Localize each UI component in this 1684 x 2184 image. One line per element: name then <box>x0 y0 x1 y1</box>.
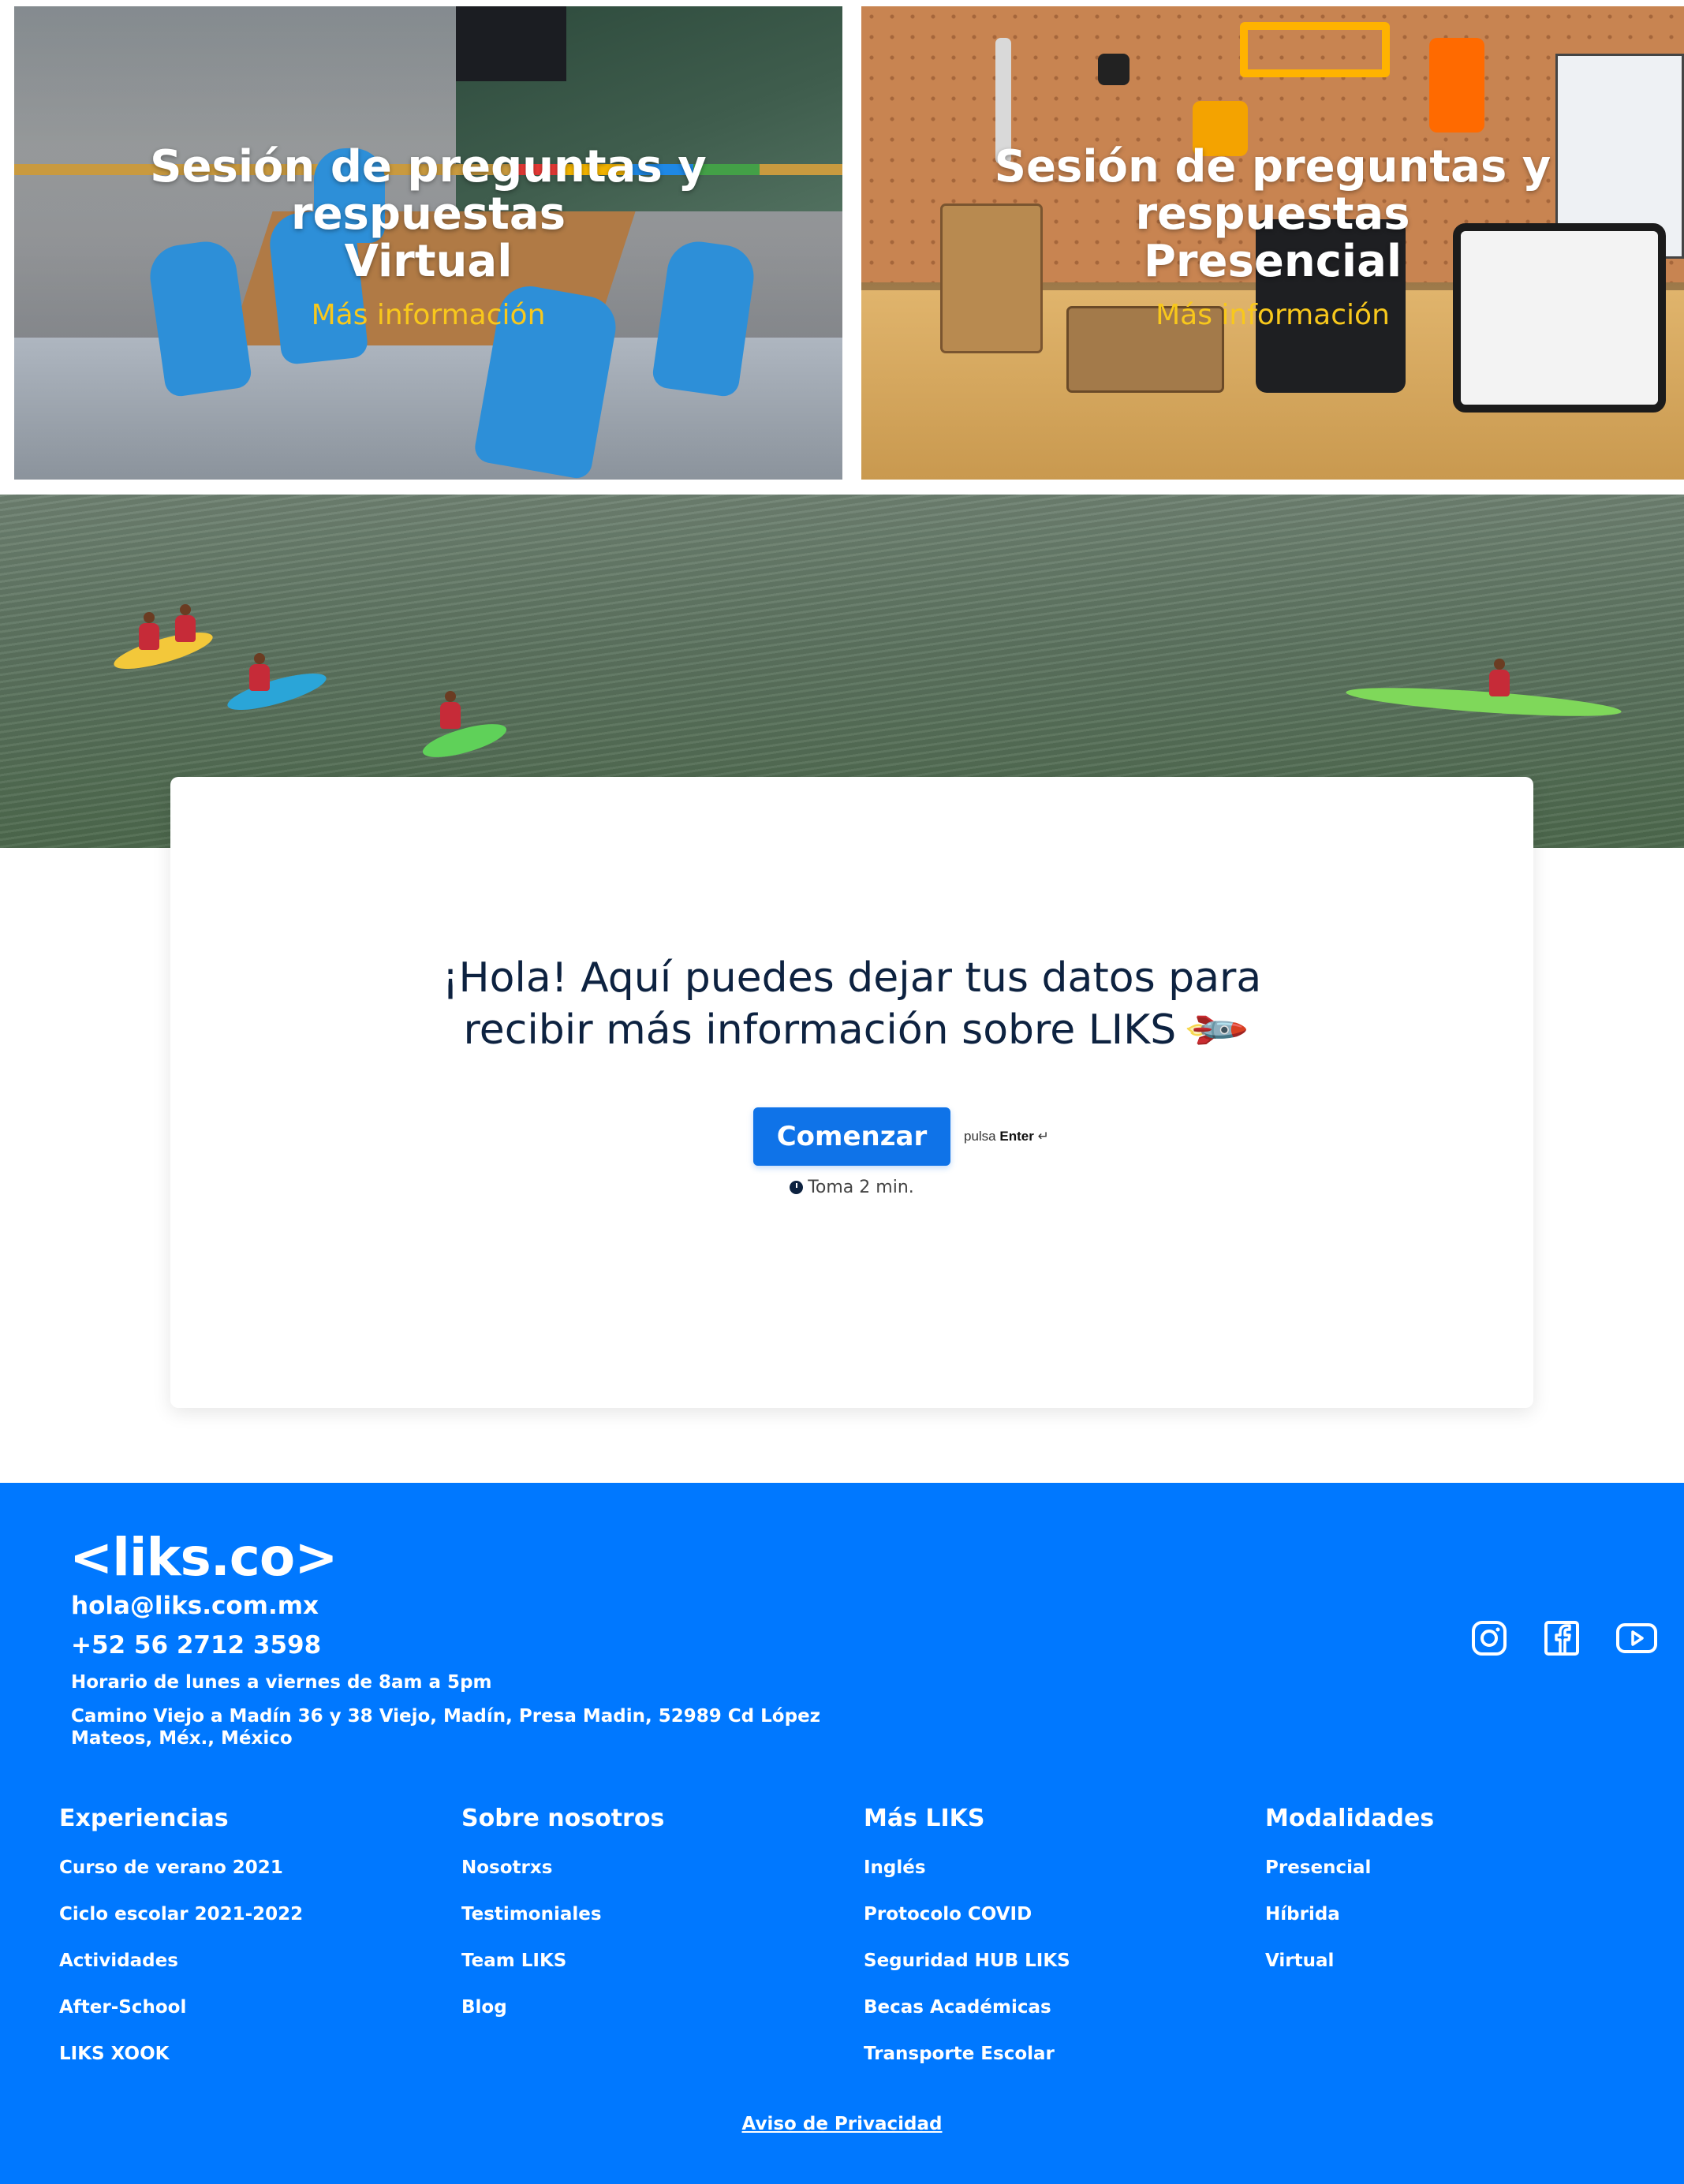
footer-link[interactable]: Curso de verano 2021 <box>59 1854 422 1882</box>
footer-column-title: Experiencias <box>59 1805 229 1832</box>
enter-hint: pulsa Enter ↵ <box>964 1129 1049 1144</box>
more-info-link[interactable]: Más información <box>861 298 1684 333</box>
card-title: Sesión de preguntas y respuestas Presenc… <box>861 144 1684 286</box>
footer-link[interactable]: Team LIKS <box>461 1947 824 1975</box>
footer-column-title: Más LIKS <box>864 1805 985 1832</box>
photo-kayak <box>110 625 216 677</box>
rocket-icon: 🚀 <box>1180 995 1250 1066</box>
footer-link[interactable]: Testimoniales <box>461 1900 824 1928</box>
footer-column-sobre-nosotros: Sobre nosotros Nosotrxs Testimoniales Te… <box>461 1803 824 2040</box>
photo-tool <box>1098 54 1130 85</box>
youtube-icon[interactable] <box>1615 1618 1659 1658</box>
footer-link[interactable]: Seguridad HUB LIKS <box>864 1947 1227 1975</box>
contact-phone[interactable]: +52 56 2712 3598 <box>71 1631 321 1659</box>
privacy-link[interactable]: Aviso de Privacidad <box>742 2114 943 2134</box>
card-title-line: Virtual <box>344 236 513 287</box>
footer-column-modalidades: Modalidades Presencial Híbrida Virtual <box>1265 1803 1628 1993</box>
footer-link[interactable]: Transporte Escolar <box>864 2040 1227 2068</box>
photo-paddler <box>175 604 196 642</box>
photo-tv <box>456 6 566 81</box>
footer-link[interactable]: Virtual <box>1265 1947 1628 1975</box>
contact-address: Camino Viejo a Madín 36 y 38 Viejo, Madí… <box>71 1706 821 1749</box>
card-title-line: respuestas <box>290 189 566 240</box>
photo-tool <box>1240 22 1390 77</box>
photo-kayak <box>419 717 510 764</box>
footer-column-mas-liks: Más LIKS Inglés Protocolo COVID Segurida… <box>864 1803 1227 2086</box>
footer-link[interactable]: Becas Académicas <box>864 1993 1227 2022</box>
lead-form-card: ¡Hola! Aquí puedes dejar tus datos para … <box>170 777 1533 1408</box>
photo-tool <box>1429 38 1484 133</box>
instagram-icon[interactable] <box>1469 1618 1509 1658</box>
card-title-line: Sesión de preguntas y <box>994 141 1551 192</box>
contact-hours: Horario de lunes a viernes de 8am a 5pm <box>71 1672 492 1693</box>
footer-link[interactable]: After-School <box>59 1993 422 2022</box>
clock-icon <box>790 1181 804 1194</box>
photo-paddler <box>440 691 461 729</box>
facebook-icon[interactable] <box>1542 1618 1581 1658</box>
card-title-line: Sesión de preguntas y <box>150 141 707 192</box>
privacy-notice: Aviso de Privacidad <box>0 2114 1684 2134</box>
enter-key-icon: ↵ <box>1037 1129 1049 1144</box>
photo-kayak <box>224 666 330 718</box>
enter-hint-prefix: pulsa <box>964 1129 996 1144</box>
card-title-line: Presencial <box>1143 236 1402 287</box>
photo-paddler <box>1489 659 1510 696</box>
footer-link[interactable]: Presencial <box>1265 1854 1628 1882</box>
footer-column-experiencias: Experiencias Curso de verano 2021 Ciclo … <box>59 1803 422 2086</box>
card-virtual-qa[interactable]: Sesión de preguntas y respuestas Virtual… <box>14 6 842 480</box>
site-footer: <liks.co> hola@liks.com.mx +52 56 2712 3… <box>0 1483 1684 2184</box>
footer-link[interactable]: Ciclo escolar 2021-2022 <box>59 1900 422 1928</box>
photo-paddler <box>139 612 159 650</box>
footer-link[interactable]: Nosotrxs <box>461 1854 824 1882</box>
footer-link[interactable]: LIKS XOOK <box>59 2040 422 2068</box>
contact-email[interactable]: hola@liks.com.mx <box>71 1592 319 1620</box>
start-button[interactable]: Comenzar <box>753 1107 950 1166</box>
time-estimate-text: Toma 2 min. <box>808 1178 914 1197</box>
footer-link[interactable]: Actividades <box>59 1947 422 1975</box>
footer-column-title: Sobre nosotros <box>461 1805 665 1832</box>
form-heading: ¡Hola! Aquí puedes dejar tus datos para … <box>170 952 1533 1065</box>
footer-link[interactable]: Híbrida <box>1265 1900 1628 1928</box>
footer-link[interactable]: Blog <box>461 1993 824 2022</box>
form-heading-line: ¡Hola! Aquí puedes dejar tus datos para <box>442 954 1262 1002</box>
more-info-link[interactable]: Más información <box>14 298 842 333</box>
photo-kayak <box>1345 681 1622 722</box>
photo-paddler <box>249 653 270 691</box>
card-presencial-qa[interactable]: Sesión de preguntas y respuestas Presenc… <box>861 6 1684 480</box>
enter-key-label: Enter <box>999 1129 1034 1144</box>
footer-link[interactable]: Protocolo COVID <box>864 1900 1227 1928</box>
footer-column-title: Modalidades <box>1265 1805 1435 1832</box>
time-estimate: Toma 2 min. <box>170 1178 1533 1197</box>
form-heading-line: recibir más información sobre LIKS <box>463 1006 1177 1054</box>
card-title: Sesión de preguntas y respuestas Virtual <box>14 144 842 286</box>
footer-link[interactable]: Inglés <box>864 1854 1227 1882</box>
liks-logo[interactable]: <liks.co> <box>69 1527 338 1588</box>
card-title-line: respuestas <box>1135 189 1410 240</box>
